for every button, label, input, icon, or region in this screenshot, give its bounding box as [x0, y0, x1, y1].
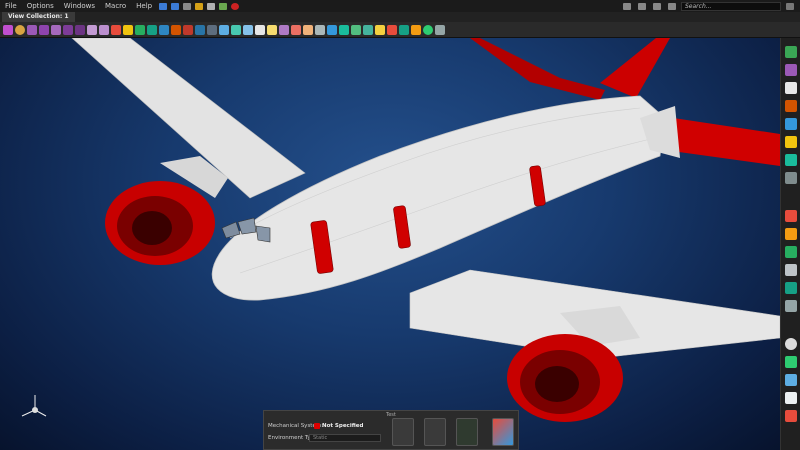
results-button[interactable]	[492, 418, 514, 446]
cycle-icon[interactable]	[423, 24, 433, 35]
view-icon[interactable]	[159, 24, 169, 35]
undo-icon[interactable]	[159, 2, 168, 10]
camera-view-icon[interactable]	[243, 24, 253, 35]
display-icon[interactable]	[255, 24, 265, 35]
node-icon[interactable]	[785, 82, 797, 94]
axis-triad	[21, 395, 47, 417]
tab-bar: View Collection: 1	[0, 12, 800, 22]
rotate-icon[interactable]	[195, 24, 205, 35]
menu-options[interactable]: Options	[22, 2, 59, 10]
left-engine-core	[132, 211, 172, 245]
right-toolbar	[780, 38, 800, 450]
pin-icon[interactable]	[785, 228, 797, 240]
refresh-icon[interactable]	[183, 2, 192, 10]
menu-bar: File Options Windows Macro Help Search..…	[0, 0, 800, 12]
pan-icon[interactable]	[207, 24, 217, 35]
color-icon[interactable]	[99, 24, 109, 35]
layout-icon[interactable]	[653, 2, 661, 10]
frame-icon[interactable]	[785, 282, 797, 294]
fit-icon[interactable]	[231, 24, 241, 35]
document-button[interactable]	[392, 418, 414, 446]
help-icon[interactable]	[668, 2, 676, 10]
record-icon[interactable]	[231, 2, 240, 10]
redo-icon[interactable]	[171, 2, 180, 10]
edit-icon[interactable]	[785, 172, 797, 184]
tab-view-collection[interactable]: View Collection: 1	[2, 12, 75, 22]
graph-icon[interactable]	[135, 24, 145, 35]
contour-icon[interactable]	[291, 24, 301, 35]
diamond-icon[interactable]	[785, 264, 797, 276]
zoom-icon[interactable]	[219, 24, 229, 35]
quality-icon[interactable]	[785, 136, 797, 148]
rotate-view-icon[interactable]	[785, 300, 797, 312]
menu-windows[interactable]: Windows	[59, 2, 100, 10]
run-icon[interactable]	[219, 2, 228, 10]
horizontal-stabilizer-left	[470, 38, 605, 100]
display-mode-icon[interactable]	[785, 374, 797, 386]
video-icon[interactable]	[638, 2, 646, 10]
property-panel: Mechanical System: Not Specified Environ…	[263, 410, 519, 450]
mass-icon[interactable]	[411, 24, 421, 35]
rigid-icon[interactable]	[351, 24, 361, 35]
menu-macro[interactable]: Macro	[100, 2, 131, 10]
deform-icon[interactable]	[303, 24, 313, 35]
surface-icon[interactable]	[785, 100, 797, 112]
viewport-3d[interactable]	[0, 38, 780, 450]
mesh-icon[interactable]	[785, 118, 797, 130]
cut-icon[interactable]	[111, 24, 121, 35]
filter-icon[interactable]	[75, 24, 85, 35]
fuselage	[211, 95, 666, 301]
folder-icon[interactable]	[195, 2, 204, 10]
spring-icon[interactable]	[363, 24, 373, 35]
connector-icon[interactable]	[339, 24, 349, 35]
section-icon[interactable]	[399, 24, 409, 35]
menu-help[interactable]: Help	[131, 2, 157, 10]
plot-icon[interactable]	[123, 24, 133, 35]
search-input[interactable]: Search...	[681, 1, 781, 11]
shading-sphere-icon[interactable]	[785, 338, 797, 350]
menu-file[interactable]: File	[0, 2, 22, 10]
ids-icon[interactable]	[315, 24, 325, 35]
loadcase-button[interactable]	[424, 418, 446, 446]
warning-icon	[314, 423, 320, 429]
text-a-icon[interactable]	[785, 210, 797, 222]
main-toolbar	[0, 22, 800, 38]
element-icon[interactable]	[785, 64, 797, 76]
cockpit-window-3	[255, 225, 271, 243]
vertical-tail	[600, 38, 670, 98]
layers-icon[interactable]	[785, 356, 797, 368]
set-icon[interactable]	[63, 24, 73, 35]
marker-icon[interactable]	[183, 24, 193, 35]
model-icon[interactable]	[3, 24, 13, 35]
check-icon[interactable]	[785, 154, 797, 166]
shade-icon[interactable]	[279, 24, 289, 35]
camera-orbit-icon[interactable]	[785, 392, 797, 404]
constraint-icon[interactable]	[387, 24, 397, 35]
sphere-icon[interactable]	[15, 24, 25, 35]
arrow-icon[interactable]	[785, 246, 797, 258]
record-view-icon[interactable]	[785, 410, 797, 422]
menu-right-group: Search...	[621, 1, 800, 11]
camera-icon[interactable]	[623, 2, 631, 10]
airplane-model	[21, 38, 780, 422]
layer-icon[interactable]	[87, 24, 97, 35]
right-engine-core	[535, 366, 579, 402]
part-icon[interactable]	[27, 24, 37, 35]
save-icon[interactable]	[207, 2, 216, 10]
light-icon[interactable]	[267, 24, 277, 35]
group-icon[interactable]	[51, 24, 61, 35]
tool-icon[interactable]	[171, 24, 181, 35]
assembly-icon[interactable]	[39, 24, 49, 35]
cube-icon[interactable]	[785, 46, 797, 58]
beam-icon[interactable]	[327, 24, 337, 35]
environment-type-select[interactable]: Static	[309, 434, 381, 442]
measure-icon[interactable]	[147, 24, 157, 35]
more-icon[interactable]	[435, 24, 445, 35]
load-icon[interactable]	[375, 24, 385, 35]
run-analysis-button[interactable]	[456, 418, 478, 446]
window-icon[interactable]	[786, 2, 794, 10]
mechanical-system-value[interactable]: Not Specified	[322, 423, 363, 429]
